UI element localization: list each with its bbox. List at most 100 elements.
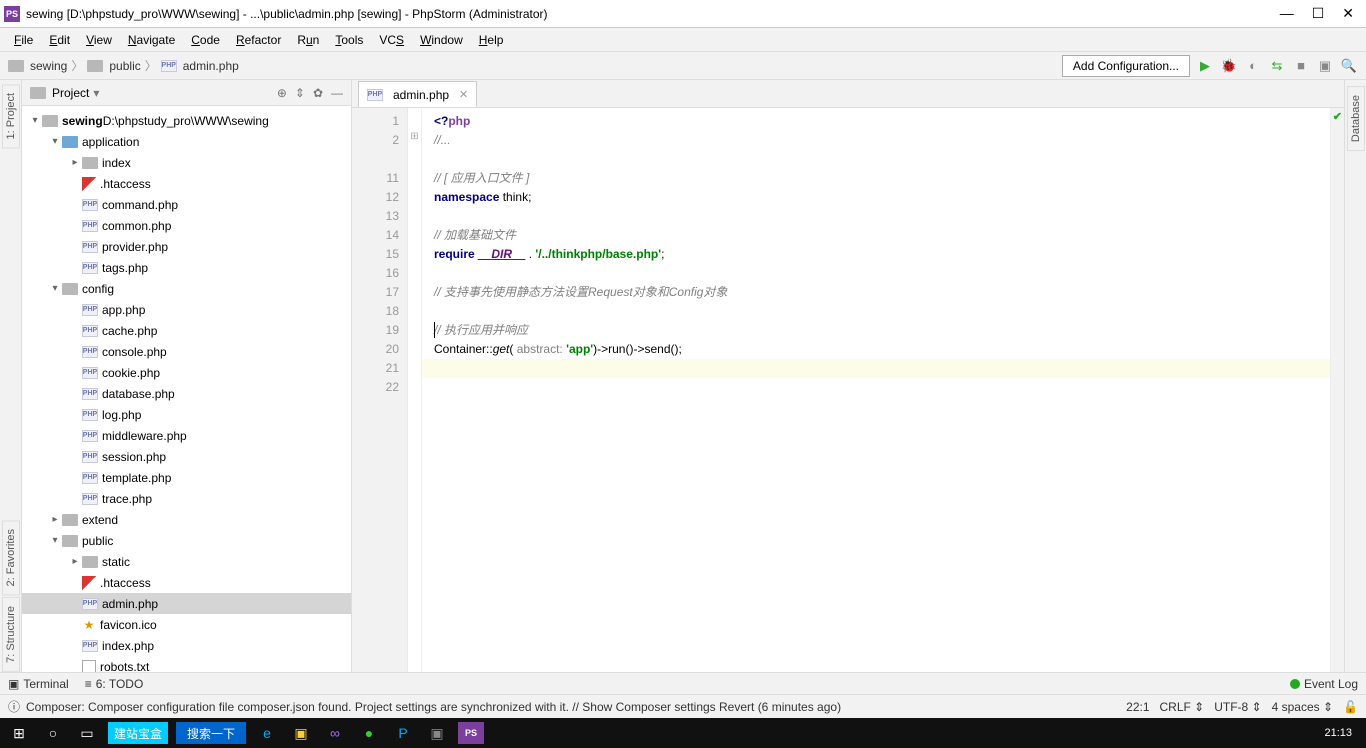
taskbar-app[interactable]: ● [356,722,382,744]
tree-file[interactable]: .htaccess [22,173,351,194]
tree-file[interactable]: PHPapp.php [22,299,351,320]
taskbar-clock[interactable]: 21:13 [1324,727,1360,739]
collapse-icon[interactable]: ⇕ [295,86,305,100]
project-panel-title: Project [52,86,89,100]
php-file-icon: PHP [82,388,98,400]
tree-folder[interactable]: ▾application [22,131,351,152]
breadcrumb-file[interactable]: admin.php [183,59,239,73]
tree-file[interactable]: PHPconsole.php [22,341,351,362]
debug-icon[interactable]: 🐞 [1220,57,1238,75]
status-message[interactable]: Composer: Composer configuration file co… [26,700,841,714]
editor-tab[interactable]: PHP admin.php ✕ [358,81,477,107]
tool-terminal[interactable]: ▣Terminal [8,677,69,691]
menu-view[interactable]: View [80,31,118,49]
coverage-icon[interactable]: ◐ [1244,57,1262,75]
gear-icon[interactable]: ✿ [313,86,323,100]
tree-file[interactable]: PHPdatabase.php [22,383,351,404]
tree-file[interactable]: PHPmiddleware.php [22,425,351,446]
tree-folder[interactable]: ▸index [22,152,351,173]
line-gutter: 12 111213141516171819202122 [352,108,408,672]
tree-file[interactable]: PHPtags.php [22,257,351,278]
tree-file[interactable]: PHPprovider.php [22,236,351,257]
taskbar-app[interactable]: 建站宝盒 [108,722,168,744]
locate-icon[interactable]: ⊕ [277,86,287,100]
tree-folder[interactable]: ▸extend [22,509,351,530]
menu-edit[interactable]: Edit [43,31,76,49]
tree-folder[interactable]: ▾config [22,278,351,299]
sidebar-tab-structure[interactable]: 7: Structure [2,597,20,672]
search-icon[interactable]: 🔍 [1340,57,1358,75]
menu-file[interactable]: File [8,31,39,49]
sidebar-tab-database[interactable]: Database [1347,86,1365,151]
taskbar-app[interactable]: PS [458,722,484,744]
sidebar-tab-favorites[interactable]: 2: Favorites [2,520,20,595]
php-file-icon: PHP [82,220,98,232]
menu-tools[interactable]: Tools [329,31,369,49]
menu-run[interactable]: Run [291,31,325,49]
tree-file[interactable]: PHPcommon.php [22,215,351,236]
php-file-icon: PHP [82,367,98,379]
viewport-icon[interactable]: ▣ [1316,57,1334,75]
tree-root[interactable]: ▾sewing D:\phpstudy_pro\WWW\sewing [22,110,351,131]
add-configuration-button[interactable]: Add Configuration... [1062,55,1190,77]
taskbar-app[interactable]: ∞ [322,722,348,744]
indent-settings[interactable]: 4 spaces ⇕ [1272,700,1333,714]
taskbar-app[interactable]: P [390,722,416,744]
tree-file[interactable]: PHPlog.php [22,404,351,425]
tree-folder[interactable]: ▾public [22,530,351,551]
tree-file[interactable]: PHPtrace.php [22,488,351,509]
tab-close-icon[interactable]: ✕ [459,88,468,101]
menu-refactor[interactable]: Refactor [230,31,287,49]
attach-icon[interactable]: ⇆ [1268,57,1286,75]
tree-file[interactable]: PHPcommand.php [22,194,351,215]
tree-file[interactable]: PHPindex.php [22,635,351,656]
menu-code[interactable]: Code [185,31,226,49]
search-icon[interactable]: ○ [40,722,66,744]
taskbar-app[interactable]: e [254,722,280,744]
tree-file[interactable]: robots.txt [22,656,351,672]
taskbar-app[interactable]: ▣ [424,722,450,744]
cursor-position[interactable]: 22:1 [1126,700,1149,714]
tree-file[interactable]: ★favicon.ico [22,614,351,635]
menu-vcs[interactable]: VCS [373,31,410,49]
breadcrumb-folder[interactable]: public [109,59,140,73]
minimize-icon[interactable]: — [1280,5,1294,22]
line-separator[interactable]: CRLF ⇕ [1160,700,1205,714]
windows-taskbar: ⊞ ○ ▭ 建站宝盒 搜索一下 e ▣ ∞ ● P ▣ PS 21:13 [0,718,1366,748]
tree-file[interactable]: PHPcookie.php [22,362,351,383]
breadcrumb-root[interactable]: sewing [30,59,67,73]
tool-todo[interactable]: ≡6: TODO [85,677,144,691]
tree-file[interactable]: PHPtemplate.php [22,467,351,488]
hide-icon[interactable]: — [331,86,343,100]
taskbar-app[interactable]: ▣ [288,722,314,744]
code-editor[interactable]: 12 111213141516171819202122 ⊞ <?php //..… [352,108,1344,672]
error-stripe[interactable]: ✔ [1330,108,1344,672]
start-icon[interactable]: ⊞ [6,722,32,744]
tree-file[interactable]: PHPsession.php [22,446,351,467]
sidebar-tab-project[interactable]: 1: Project [2,84,20,148]
menu-window[interactable]: Window [414,31,469,49]
php-file-icon: PHP [82,430,98,442]
tree-folder[interactable]: ▸static [22,551,351,572]
project-tree: ▾sewing D:\phpstudy_pro\WWW\sewing ▾appl… [22,106,351,672]
lock-icon[interactable]: 🔓 [1343,700,1358,714]
chevron-down-icon[interactable]: ▾ [93,86,99,100]
stop-icon[interactable]: ■ [1292,57,1310,75]
close-icon[interactable]: ✕ [1342,5,1354,22]
run-icon[interactable]: ▶ [1196,57,1214,75]
code-content[interactable]: <?php //... // [ 应用入口文件 ] namespace thin… [422,108,1330,672]
taskbar-search-box[interactable]: 搜索一下 [176,722,246,744]
project-icon [30,87,46,99]
maximize-icon[interactable]: ☐ [1312,5,1325,22]
window-title: sewing [D:\phpstudy_pro\WWW\sewing] - ..… [26,7,1280,21]
menu-help[interactable]: Help [473,31,510,49]
file-encoding[interactable]: UTF-8 ⇕ [1214,700,1261,714]
tree-file-selected[interactable]: PHPadmin.php [22,593,351,614]
task-view-icon[interactable]: ▭ [74,722,100,744]
event-log-button[interactable]: Event Log [1290,677,1358,691]
php-file-icon: PHP [82,199,98,211]
fold-column[interactable]: ⊞ [408,108,422,672]
menu-navigate[interactable]: Navigate [122,31,181,49]
tree-file[interactable]: PHPcache.php [22,320,351,341]
tree-file[interactable]: .htaccess [22,572,351,593]
